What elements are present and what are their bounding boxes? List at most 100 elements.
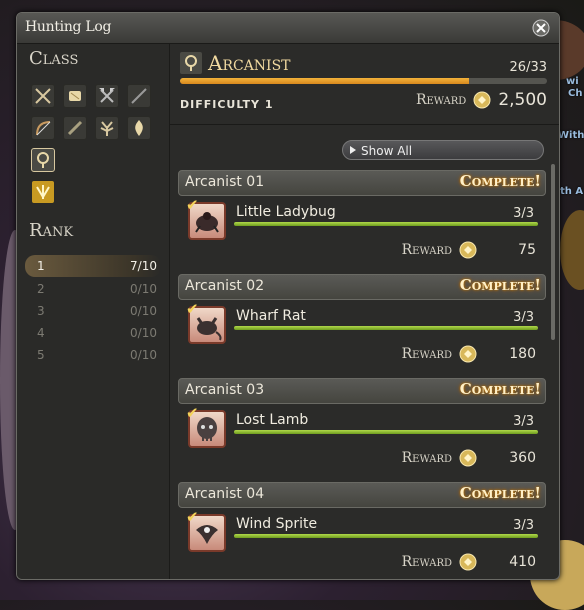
entry-title: Arcanist 02 [185, 278, 265, 294]
show-all-button[interactable]: Show All [342, 140, 544, 160]
bow-icon [36, 121, 51, 136]
entry-title: Arcanist 03 [185, 382, 265, 398]
scrollbar[interactable] [551, 164, 555, 340]
title-bar[interactable]: Hunting Log [17, 13, 559, 44]
close-button[interactable] [531, 18, 551, 38]
rank-heading: Rank [29, 220, 74, 241]
rank-row[interactable]: 1 7/10 [25, 255, 161, 277]
entry-header[interactable]: Arcanist 04 Complete! [178, 482, 546, 508]
mob-progress-bar [234, 430, 538, 434]
complete-badge: Complete! [459, 276, 541, 294]
tree-icon [100, 121, 114, 136]
rank-number: 4 [37, 326, 45, 340]
job-header: Arcanist 26/33 DIFFICULTY 1 Reward 2,500 [170, 44, 559, 125]
class-button-thaumaturge[interactable] [95, 116, 119, 140]
job-icon [180, 52, 202, 74]
sword-icon [35, 88, 51, 104]
entry-title: Arcanist 04 [185, 486, 265, 502]
checkmark-icon: ✔ [186, 404, 199, 422]
entry-header[interactable]: Arcanist 03 Complete! [178, 378, 546, 404]
rank-number: 3 [37, 304, 45, 318]
entry-header[interactable]: Arcanist 02 Complete! [178, 274, 546, 300]
background-text: wi [566, 76, 579, 87]
hunting-entry: Arcanist 03 Complete! ✔ Lost Lamb 3/3 Re… [178, 378, 546, 482]
rank-progress: 0/10 [130, 326, 157, 340]
class-button-gladiator[interactable] [31, 84, 55, 108]
mob-kill-count: 3/3 [513, 310, 534, 325]
mob-progress-bar [234, 222, 538, 226]
entry-reward: Reward 410 [402, 552, 536, 572]
class-button-marauder[interactable] [95, 84, 119, 108]
complete-badge: Complete! [459, 484, 541, 502]
checkmark-icon: ✔ [186, 300, 199, 318]
left-panel: Class Rank 1 7/10 2 0/10 3 0/10 4 0/10 5… [17, 44, 170, 579]
mob-name: Little Ladybug [236, 204, 336, 220]
mob-name: Lost Lamb [236, 412, 309, 428]
axe-icon [99, 88, 115, 103]
lance-icon [131, 88, 147, 104]
gil-icon [473, 91, 491, 109]
rank-number: 1 [37, 259, 45, 273]
job-progress-bar [180, 78, 547, 84]
class-heading: Class [29, 48, 79, 69]
job-progress-fill [180, 78, 470, 84]
mob-progress-bar [234, 326, 538, 330]
gil-icon [459, 345, 477, 363]
close-icon [532, 19, 550, 37]
class-button-lancer[interactable] [127, 84, 151, 108]
background-text: th A [560, 186, 584, 197]
staff-icon [67, 120, 83, 136]
reward-value: 360 [509, 450, 536, 466]
rank-progress: 0/10 [130, 304, 157, 318]
right-panel: Arcanist 26/33 DIFFICULTY 1 Reward 2,500… [170, 44, 559, 579]
rank-row[interactable]: 4 0/10 [25, 322, 161, 344]
mob-kill-count: 3/3 [513, 414, 534, 429]
entry-header[interactable]: Arcanist 01 Complete! [178, 170, 546, 196]
arcanist-book-icon [185, 55, 197, 71]
reward-label: Reward [415, 92, 467, 108]
gil-icon [459, 553, 477, 571]
class-button-pugilist[interactable] [63, 84, 87, 108]
rank-number: 2 [37, 282, 45, 296]
class-button-flame[interactable] [127, 116, 151, 140]
reward-label: Reward [401, 450, 452, 466]
job-name: Arcanist [208, 51, 291, 75]
reward-value: 75 [518, 242, 536, 258]
mob-progress-bar [234, 534, 538, 538]
entry-reward: Reward 75 [402, 240, 536, 260]
difficulty-label: DIFFICULTY 1 [180, 98, 274, 111]
reward-label: Reward [401, 554, 452, 570]
job-progress-text: 26/33 [509, 60, 547, 75]
background-text: With [558, 130, 584, 141]
show-all-label: Show All [361, 144, 413, 158]
mob-kill-count: 3/3 [513, 206, 534, 221]
window-title: Hunting Log [25, 19, 112, 35]
complete-badge: Complete! [459, 172, 541, 190]
mob-name: Wind Sprite [236, 516, 318, 532]
hunting-entry: Arcanist 01 Complete! ✔ Little Ladybug 3… [178, 170, 546, 274]
rank-progress: 0/10 [130, 282, 157, 296]
hunting-entry: Arcanist 04 Complete! ✔ Wind Sprite 3/3 … [178, 482, 546, 579]
entry-reward: Reward 180 [402, 344, 536, 364]
class-button-conjurer[interactable] [63, 116, 87, 140]
rank-row[interactable]: 5 0/10 [25, 344, 161, 366]
yellow-emblem-icon [36, 185, 50, 199]
class-button-arcanist[interactable] [31, 148, 55, 172]
gauntlet-icon [69, 91, 81, 101]
reward-value: 410 [509, 554, 536, 570]
reward-label: Reward [401, 242, 452, 258]
mob-name: Wharf Rat [236, 308, 306, 324]
rank-row[interactable]: 3 0/10 [25, 300, 161, 322]
rank-progress: 7/10 [130, 259, 157, 273]
gil-icon [459, 241, 477, 259]
hunting-log-window: Hunting Log Class Rank 1 7/10 2 0/10 3 0… [16, 12, 560, 580]
play-triangle-icon [350, 146, 356, 154]
class-button-archer[interactable] [31, 116, 55, 140]
rank-row[interactable]: 2 0/10 [25, 278, 161, 300]
class-button-special[interactable] [31, 180, 55, 204]
entry-reward: Reward 360 [402, 448, 536, 468]
background-foliage [560, 210, 584, 290]
flame-icon [135, 120, 143, 136]
complete-badge: Complete! [459, 380, 541, 398]
gil-icon [459, 449, 477, 467]
